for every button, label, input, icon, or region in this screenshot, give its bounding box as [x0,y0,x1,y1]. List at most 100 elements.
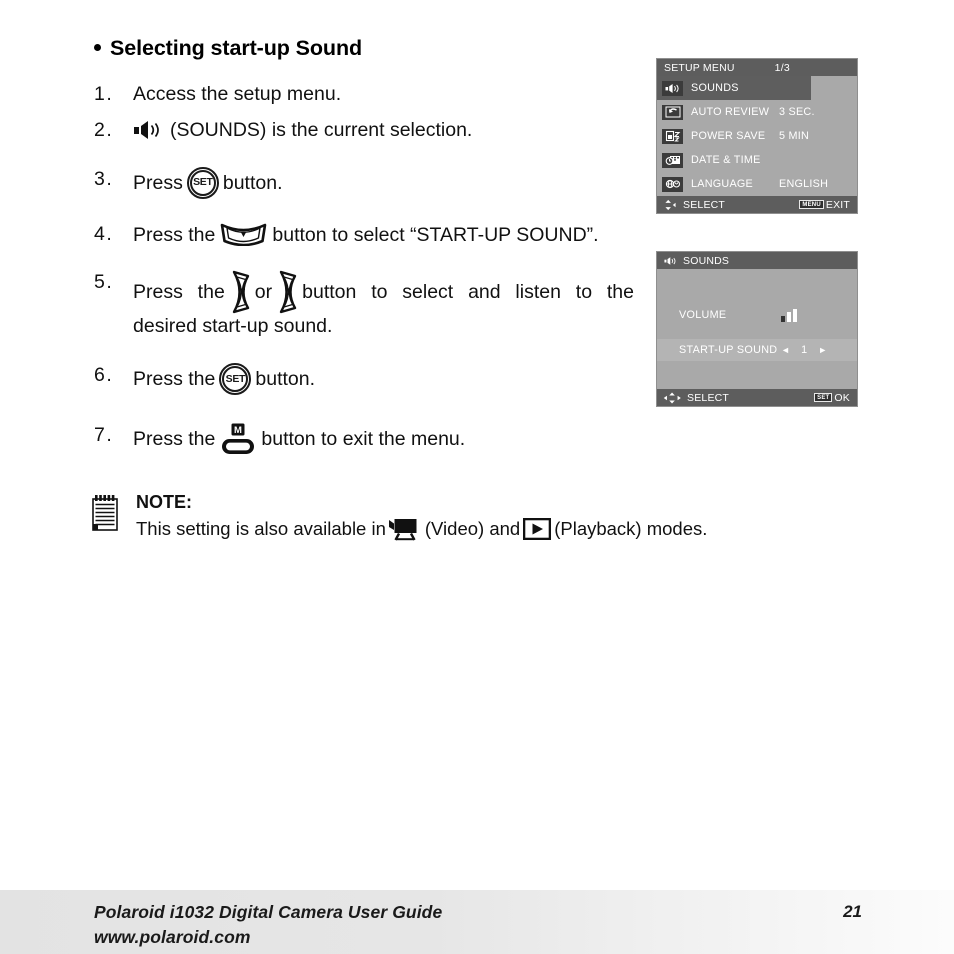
step-6-number: 6. [94,364,114,387]
bullet-icon [94,44,101,51]
step-2: 2. (SOUNDS) is the current selection. [94,118,634,143]
sounds-footer-ok-label: OK [834,391,850,404]
set-button-icon: SET [186,166,219,199]
step-4: 4. Press the button to select “START-UP S… [94,222,634,248]
menu-badge: MENU [799,200,824,209]
step-5-text-pre: Press the [133,281,225,304]
footer-line-1: Polaroid i1032 Digital Camera User Guide [94,902,443,922]
svg-text:M: M [234,425,242,436]
menu-item-value: ENGLISH [779,178,829,190]
setup-footer-select-label: SELECT [683,198,726,211]
step-6-text-post: button. [255,368,316,391]
step-1: 1. Access the setup menu. [94,82,634,107]
speaker-icon [664,256,678,266]
updown-arrow-icon [663,199,678,211]
page-footer: Polaroid i1032 Digital Camera User Guide… [0,890,954,954]
setup-menu-titlebar: SETUP MENU 1/3 [657,59,857,76]
speaker-icon [134,120,168,140]
menu-item-label: LANGUAGE [691,178,753,190]
step-2-text: (SOUNDS) is the current selection. [170,119,473,142]
volume-level-bars[interactable] [781,308,797,322]
setup-footer-exit: MENU EXIT [799,196,850,213]
step-3-text-post: button. [222,171,283,194]
step-5-number: 5. [94,271,114,294]
play-button-icon [522,517,552,540]
footer-line-2: www.polaroid.com [94,927,251,948]
instruction-steps: 1. Access the setup menu. 2. (SOUNDS) is… [94,82,634,456]
step-6: 6. Press the SET button. [94,363,634,396]
sounds-footer-ok: SET OK [814,389,850,406]
power-save-icon [662,128,683,144]
step-6-text-pre: Press the [133,368,216,391]
step-7-number: 7. [94,424,114,447]
sounds-titlebar: SOUNDS [657,252,857,269]
startup-sound-stepper[interactable]: ◄ 1 ► [781,344,827,356]
step-5-text-mid: or [254,281,273,304]
step-4-text-pre: Press the [133,223,216,246]
startup-sound-label: START-UP SOUND [679,344,778,356]
sounds-screen: SOUNDS VOLUME START-UP SOUND ◄ 1 ► SELEC… [656,251,858,407]
four-way-arrow-icon [663,391,682,404]
sounds-footer: SELECT SET OK [657,389,857,406]
flash-right-button-icon [275,270,299,314]
step-5: 5. Press the or button to select and liste… [94,270,634,339]
setup-menu-list: SOUNDS AUTO REVIEW 3 SEC. POWER SAVE 5 M… [657,76,857,196]
setup-footer-exit-label: EXIT [825,198,850,211]
date-time-icon [662,152,683,168]
page-number: 21 [843,902,862,921]
menu-item-label: AUTO REVIEW [691,106,770,118]
menu-item-auto-review[interactable]: AUTO REVIEW 3 SEC. [657,100,857,124]
video-camera-icon [388,517,422,541]
step-1-number: 1. [94,83,114,105]
step-7-text-post: button to exit the menu. [261,428,466,451]
step-4-number: 4. [94,222,114,245]
note-title: NOTE: [136,492,192,512]
sounds-title: SOUNDS [683,254,730,267]
step-3-number: 3. [94,167,114,190]
footer-text: Polaroid i1032 Digital Camera User Guide… [94,900,442,951]
note-text: This setting is also available in (Video)… [136,517,852,542]
step-1-text: Access the setup menu. [133,83,342,105]
menu-item-label: SOUNDS [691,82,739,94]
step-7: 7. Press the Mbutton to exit the menu. [94,423,634,456]
step-4-text-post: button to select “START-UP SOUND”. [272,223,599,246]
note-block: NOTE: This setting is also available in (… [92,492,852,542]
note-text-before: This setting is also available in [136,517,386,539]
menu-item-power-save[interactable]: POWER SAVE 5 MIN [657,124,857,148]
macro-left-button-icon [228,270,252,314]
arrow-right-icon[interactable]: ► [818,345,827,355]
menu-item-label: DATE & TIME [691,154,761,166]
menu-item-value: 5 MIN [779,130,810,142]
speaker-icon [662,80,683,96]
setup-menu-title: SETUP MENU [664,61,735,74]
startup-sound-value: 1 [801,344,808,356]
menu-item-date-time[interactable]: DATE & TIME [657,148,857,172]
step-3-text-pre: Press [133,171,183,194]
menu-button-icon: M [219,423,257,456]
down-arrow-button-icon [220,222,267,246]
menu-item-sounds[interactable]: SOUNDS [657,76,811,100]
sounds-body: VOLUME START-UP SOUND ◄ 1 ► [657,269,857,389]
set-badge: SET [814,393,833,402]
language-icon [662,176,683,192]
sounds-row-startup[interactable]: START-UP SOUND ◄ 1 ► [657,339,857,361]
arrow-left-icon[interactable]: ◄ [781,345,790,355]
menu-item-label: POWER SAVE [691,130,766,142]
menu-item-language[interactable]: LANGUAGE ENGLISH [657,172,857,196]
step-2-number: 2. [94,119,114,142]
note-playback-label: (Playback) modes. [554,517,708,539]
menu-item-value: 3 SEC. [779,106,815,118]
page-title-text: Selecting start-up Sound [110,36,363,60]
manual-page: Selecting start-up Sound 1. Access the s… [0,0,954,954]
step-7-text-pre: Press the [133,428,216,451]
setup-menu-footer: SELECT MENU EXIT [657,196,857,213]
note-video-label: (Video) and [424,517,521,539]
setup-menu-screen: SETUP MENU 1/3 SOUNDS AUTO REVIEW 3 SEC. [656,58,858,214]
setup-menu-page-indicator: 1/3 [774,61,790,74]
set-button-icon: SET [219,363,252,396]
volume-label: VOLUME [679,309,727,321]
auto-review-icon [662,104,683,120]
page-title: Selecting start-up Sound [94,36,362,61]
sounds-row-volume[interactable]: VOLUME [657,304,857,326]
sounds-footer-select-label: SELECT [687,391,730,404]
